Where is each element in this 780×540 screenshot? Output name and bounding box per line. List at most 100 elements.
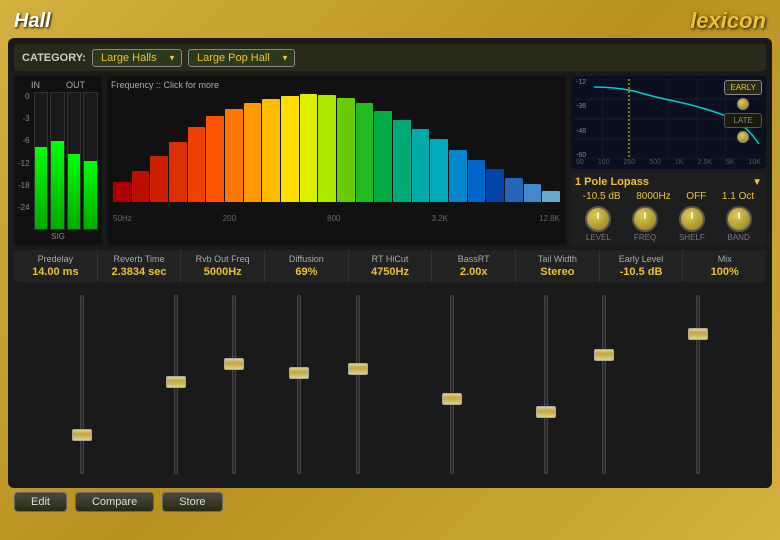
early-late-controls: EARLY LATE	[724, 80, 762, 143]
freq-knob-label: FREQ	[634, 233, 656, 242]
preset-select[interactable]: Large Pop Hall	[188, 49, 295, 67]
param-mix-value: 100%	[685, 266, 764, 278]
fader-5-thumb[interactable]	[348, 363, 368, 375]
vu-in-right	[50, 92, 65, 230]
freq-knob-item: FREQ	[632, 206, 658, 242]
param-hicut-value: 4750Hz	[351, 266, 430, 278]
level-knob-item: LEVEL	[585, 206, 611, 242]
late-button[interactable]: LATE	[724, 113, 762, 128]
store-button[interactable]: Store	[162, 492, 222, 512]
spectrum-display[interactable]	[111, 92, 562, 212]
app-container: Hall lexicon CATEGORY: Large Halls ▼ Lar…	[0, 0, 780, 540]
filter-freq-value: 8000Hz	[636, 191, 670, 202]
param-diffusion-label: Diffusion	[267, 254, 346, 264]
filter-dropdown-arrow[interactable]: ▼	[752, 177, 762, 188]
param-early-level[interactable]: Early Level -10.5 dB	[600, 250, 684, 282]
param-reverb-label: Reverb Time	[100, 254, 179, 264]
band-knob[interactable]	[726, 206, 752, 232]
fader-9[interactable]	[641, 295, 756, 474]
vu-in-left	[34, 92, 49, 230]
param-rvb-out-freq[interactable]: Rvb Out Freq 5000Hz	[181, 250, 265, 282]
late-knob[interactable]	[737, 131, 749, 143]
param-tail-width[interactable]: Tail Width Stereo	[516, 250, 600, 282]
app-title: Hall	[14, 10, 51, 33]
fader-4[interactable]	[271, 295, 328, 474]
preset-select-wrapper: Large Pop Hall ▼	[188, 48, 295, 67]
shelf-knob-item: SHELF	[679, 206, 705, 242]
filter-level-value: -10.5 dB	[583, 191, 621, 202]
header: Hall lexicon	[6, 6, 774, 38]
filter-values-row: -10.5 dB 8000Hz OFF 1.1 Oct	[575, 191, 762, 202]
level-knob[interactable]	[585, 206, 611, 232]
fader-1-thumb[interactable]	[72, 429, 92, 441]
param-reverb-time[interactable]: Reverb Time 2.3834 sec	[98, 250, 182, 282]
category-select[interactable]: Large Halls	[92, 49, 182, 67]
fader-7[interactable]	[517, 295, 574, 474]
fader-1-rail	[80, 295, 84, 474]
fader-2-thumb[interactable]	[166, 376, 186, 388]
faders-section	[14, 287, 766, 482]
spectrum-panel[interactable]: Frequency :: Click for more	[107, 76, 566, 245]
param-hicut-label: RT HiCut	[351, 254, 430, 264]
filter-shelf-value: OFF	[686, 191, 706, 202]
vu-out-label: OUT	[66, 80, 85, 90]
category-select-wrapper: Large Halls ▼	[92, 48, 182, 67]
param-mix[interactable]: Mix 100%	[683, 250, 766, 282]
fader-8-thumb[interactable]	[594, 349, 614, 361]
fader-6-rail	[450, 295, 454, 474]
param-bassrt[interactable]: BassRT 2.00x	[432, 250, 516, 282]
edit-button[interactable]: Edit	[14, 492, 67, 512]
fader-2[interactable]	[147, 295, 204, 474]
param-mix-label: Mix	[685, 254, 764, 264]
early-knob[interactable]	[737, 98, 749, 110]
param-predelay[interactable]: Predelay 14.00 ms	[14, 250, 98, 282]
param-diffusion[interactable]: Diffusion 69%	[265, 250, 349, 282]
early-button[interactable]: EARLY	[724, 80, 762, 95]
vu-out-left	[67, 92, 82, 230]
vu-sig-label: SIG	[18, 232, 98, 241]
filter-knobs-row: LEVEL FREQ SHELF BAND	[575, 206, 762, 242]
fader-6[interactable]	[394, 295, 509, 474]
param-reverb-value: 2.3834 sec	[100, 266, 179, 278]
param-rvb-label: Rvb Out Freq	[183, 254, 262, 264]
shelf-knob[interactable]	[679, 206, 705, 232]
fader-group-23	[147, 295, 262, 474]
fader-1[interactable]	[24, 295, 139, 474]
fader-9-rail	[696, 295, 700, 474]
fader-7-thumb[interactable]	[536, 406, 556, 418]
param-predelay-label: Predelay	[16, 254, 95, 264]
param-early-value: -10.5 dB	[602, 266, 681, 278]
params-row: Predelay 14.00 ms Reverb Time 2.3834 sec…	[14, 250, 766, 282]
fader-group-78	[517, 295, 632, 474]
fader-8-rail	[602, 295, 606, 474]
eq-freq-labels: 50 100 250 500 1K 2.5K 5K 10K	[574, 159, 763, 166]
param-predelay-value: 14.00 ms	[16, 266, 95, 278]
fader-3[interactable]	[206, 295, 263, 474]
freq-knob[interactable]	[632, 206, 658, 232]
fader-6-thumb[interactable]	[442, 393, 462, 405]
fader-8[interactable]	[576, 295, 633, 474]
compare-button[interactable]: Compare	[75, 492, 154, 512]
param-rt-hicut[interactable]: RT HiCut 4750Hz	[349, 250, 433, 282]
spectrum-bars	[111, 92, 562, 202]
main-content: CATEGORY: Large Halls ▼ Large Pop Hall ▼…	[8, 38, 772, 488]
fader-2-rail	[174, 295, 178, 474]
fader-7-rail	[544, 295, 548, 474]
param-rvb-value: 5000Hz	[183, 266, 262, 278]
fader-group-45	[271, 295, 386, 474]
fader-5[interactable]	[329, 295, 386, 474]
filter-panel: 1 Pole Lopass ▼ -10.5 dB 8000Hz OFF 1.1 …	[571, 173, 766, 245]
level-knob-label: LEVEL	[586, 233, 611, 242]
fader-4-thumb[interactable]	[289, 367, 309, 379]
fader-5-rail	[356, 295, 360, 474]
param-tail-value: Stereo	[518, 266, 597, 278]
param-bassrt-value: 2.00x	[434, 266, 513, 278]
param-bassrt-label: BassRT	[434, 254, 513, 264]
fader-9-thumb[interactable]	[688, 328, 708, 340]
filter-title: 1 Pole Lopass	[575, 176, 649, 188]
fader-3-thumb[interactable]	[224, 358, 244, 370]
vu-scale: 0 -3 -6 -12 -18 -24	[18, 92, 32, 212]
param-diffusion-value: 69%	[267, 266, 346, 278]
filter-title-row: 1 Pole Lopass ▼	[575, 176, 762, 188]
category-row: CATEGORY: Large Halls ▼ Large Pop Hall ▼	[14, 44, 766, 71]
